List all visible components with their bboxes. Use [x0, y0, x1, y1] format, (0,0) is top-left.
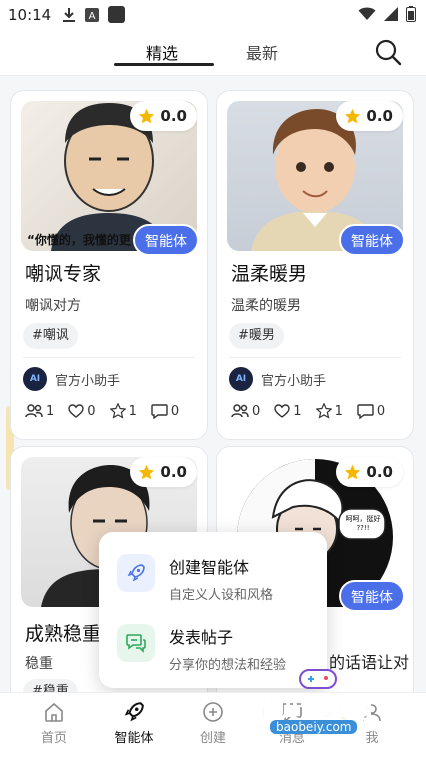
rating-value: 0.0	[160, 107, 187, 125]
star-icon	[345, 108, 361, 123]
gamepad-icon	[299, 669, 337, 689]
search-icon[interactable]	[374, 38, 402, 66]
battery-icon	[406, 6, 416, 22]
card-description: 稳重	[25, 656, 53, 672]
avatar: AI	[23, 367, 47, 391]
favorites-stat[interactable]: 1	[109, 403, 137, 419]
card-author[interactable]: AI 官方小助手	[23, 367, 120, 391]
wifi-icon	[358, 7, 376, 20]
divider	[229, 357, 401, 358]
app-a-icon: A	[85, 7, 99, 22]
download-icon	[63, 7, 75, 22]
heart-icon	[274, 404, 290, 418]
agent-badge: 智能体	[339, 580, 405, 612]
rocket-icon	[124, 702, 144, 722]
popup-item-title: 发表帖子	[169, 628, 234, 647]
agent-badge: 智能体	[339, 224, 405, 256]
star-outline-icon	[109, 403, 126, 419]
status-bar: 10:14 A	[0, 0, 426, 30]
rating-chip: 0.0	[130, 457, 197, 487]
comment-icon	[357, 403, 374, 419]
site-watermark: 宝贝游戏网 baobeiy.com	[248, 660, 388, 740]
author-name: 官方小助手	[55, 373, 121, 389]
card-title: 成熟稳重	[25, 623, 102, 645]
comment-icon	[151, 403, 168, 419]
image-caption: “你懂的，我懂的更	[27, 233, 131, 247]
create-agent-option[interactable]: 创建智能体 自定义人设和风格	[117, 554, 273, 603]
popup-item-title: 创建智能体	[169, 558, 250, 577]
comments-stat[interactable]: 0	[151, 403, 179, 419]
rating-chip: 0.0	[336, 457, 403, 487]
agent-badge: 智能体	[133, 224, 199, 256]
status-system-icons	[358, 6, 416, 22]
users-icon	[25, 404, 43, 418]
heart-icon	[68, 404, 84, 418]
star-icon	[345, 464, 361, 479]
watermark-url: baobeiy.com	[270, 720, 358, 734]
rating-value: 0.0	[366, 107, 393, 125]
top-tab-bar: 精选 最新	[0, 30, 426, 76]
agent-card[interactable]: 0.0 智能体 温柔暖男 温柔的暖男 #暖男 AI 官方小助手 0 1 1 0	[216, 90, 414, 440]
users-icon	[231, 404, 249, 418]
agent-card[interactable]: “你懂的，我懂的更 0.0 智能体 嘲讽专家 嘲讽对方 #嘲讽 AI 官方小助手…	[10, 90, 208, 440]
nav-create-label: 创建	[199, 731, 226, 746]
card-stats: 0 1 1 0	[231, 403, 385, 419]
rating-value: 0.0	[366, 463, 393, 481]
comments-stat[interactable]: 0	[357, 403, 385, 419]
card-author[interactable]: AI 官方小助手	[229, 367, 326, 391]
author-name: 官方小助手	[261, 373, 327, 389]
home-icon	[45, 702, 63, 722]
popup-item-subtitle: 自定义人设和风格	[169, 588, 274, 603]
signal-icon	[384, 7, 398, 21]
users-stat: 0	[231, 403, 260, 419]
rating-chip: 0.0	[336, 101, 403, 131]
likes-stat[interactable]: 0	[68, 403, 96, 419]
card-stats: 1 0 1 0	[25, 403, 179, 419]
star-icon	[139, 464, 155, 479]
nav-agents[interactable]: 智能体	[104, 701, 164, 746]
avatar: AI	[229, 367, 253, 391]
star-outline-icon	[315, 403, 332, 419]
card-title: 温柔暖男	[231, 263, 308, 285]
chat-bubbles-icon	[117, 624, 155, 662]
nav-create[interactable]: 创建	[183, 701, 243, 746]
tab-featured[interactable]: 精选	[146, 40, 178, 64]
tab-latest[interactable]: 最新	[246, 40, 278, 64]
active-tab-indicator	[114, 63, 214, 66]
card-tag[interactable]: #嘲讽	[23, 323, 78, 349]
card-title: 嘲讽专家	[25, 263, 102, 285]
speech-bubble-text: 呵呵，挺好 ??!!	[345, 515, 381, 532]
rating-chip: 0.0	[130, 101, 197, 131]
rating-value: 0.0	[160, 463, 187, 481]
nav-home[interactable]: 首页	[24, 701, 84, 746]
users-stat: 1	[25, 403, 54, 419]
likes-stat[interactable]: 1	[274, 403, 302, 419]
nav-home-label: 首页	[40, 731, 67, 746]
favorites-stat[interactable]: 1	[315, 403, 343, 419]
divider	[23, 357, 195, 358]
card-tag[interactable]: #暖男	[229, 323, 284, 349]
rocket-icon	[117, 554, 155, 592]
plus-circle-icon	[203, 702, 223, 722]
status-notifications: A	[62, 6, 125, 23]
app-square-icon	[108, 6, 125, 23]
status-time: 10:14	[8, 6, 52, 24]
star-icon	[139, 108, 155, 123]
card-description: 温柔的暖男	[231, 298, 301, 314]
nav-agents-label: 智能体	[114, 731, 154, 746]
card-description: 嘲讽对方	[25, 298, 81, 314]
